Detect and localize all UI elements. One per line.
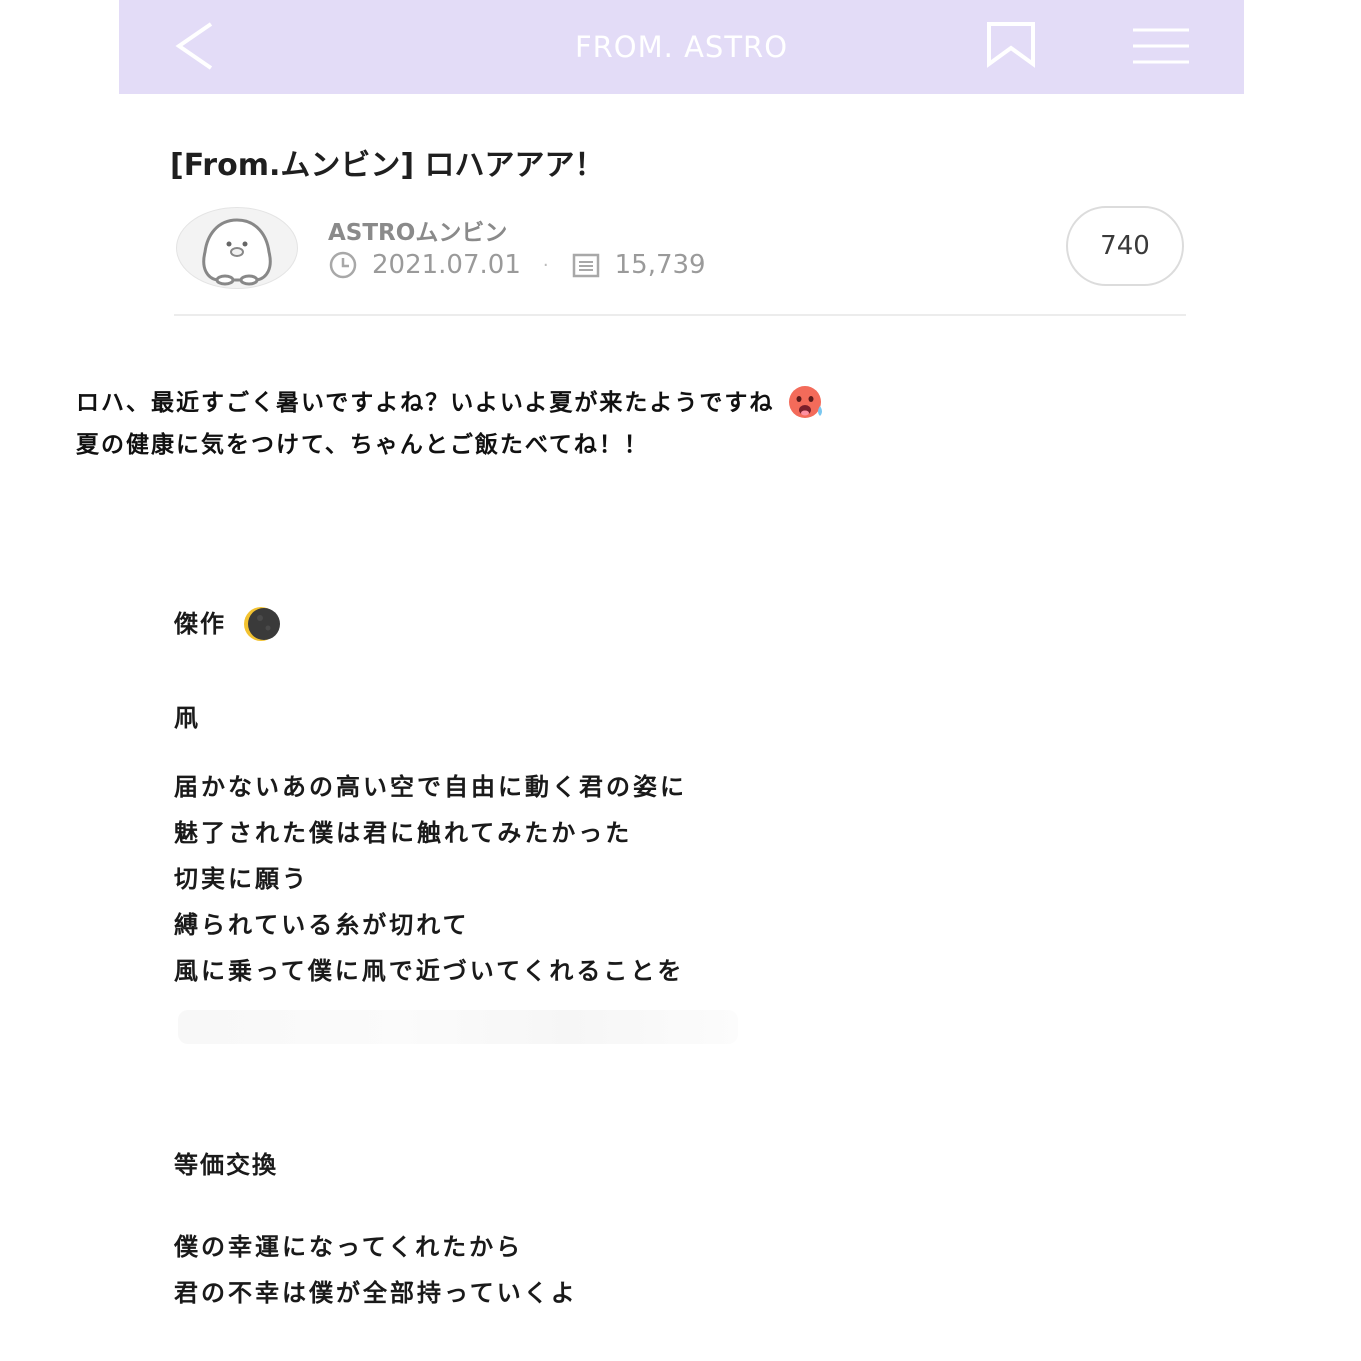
- author-name[interactable]: ASTROムンビン: [328, 213, 507, 247]
- crescent-moon-emoji-icon: [234, 604, 288, 644]
- views-icon: [571, 250, 601, 280]
- poem-2: 僕の幸運になってくれたから 君の不幸は僕が全部持っていくよ: [174, 1224, 578, 1316]
- poem-1-line: 切実に願う: [174, 865, 309, 893]
- poem-2-line: 君の不幸は僕が全部持っていくよ: [174, 1279, 578, 1307]
- avatar[interactable]: [176, 207, 298, 289]
- intro-line-1: ロハ、最近すごく暑いですよね？いよいよ夏が来たようですね: [76, 390, 775, 416]
- section-heading-1: 傑作: [174, 604, 288, 644]
- like-count-button[interactable]: 740: [1066, 206, 1184, 286]
- poem-1-line: 風に乗って僕に凧で近づいてくれることを: [174, 957, 685, 985]
- section-heading-2: 等価交換: [174, 1151, 278, 1179]
- hot-face-emoji-icon: [780, 384, 830, 420]
- section-heading-1-text: 傑作: [174, 610, 226, 638]
- post-date: 2021.07.01: [372, 250, 521, 280]
- meta-separator: ·: [542, 254, 549, 276]
- post-title: [From.ムンビン] ロハアアア！: [170, 148, 605, 183]
- clock-icon: [328, 250, 358, 280]
- poem-1: 届かないあの高い空で自由に動く君の姿に 魅了された僕は君に触れてみたかった 切実…: [174, 764, 687, 994]
- divider: [174, 314, 1186, 316]
- poem-2-line: 僕の幸運になってくれたから: [174, 1233, 524, 1261]
- intro-line-2: 夏の健康に気をつけて、ちゃんとご飯たべてね！！: [76, 432, 649, 458]
- poem-1-line: 縛られている糸が切れて: [174, 911, 470, 939]
- post-meta: 2021.07.01 · 15,739: [328, 250, 706, 280]
- hamburger-menu-icon[interactable]: [1131, 26, 1191, 66]
- poem-1-line: 魅了された僕は君に触れてみたかった: [174, 819, 633, 847]
- bookmark-icon[interactable]: [985, 22, 1039, 68]
- blurred-text: [178, 1010, 738, 1044]
- app-title: FROM. ASTRO: [574, 30, 789, 64]
- top-app-bar: FROM. ASTRO: [119, 0, 1244, 94]
- view-count: 15,739: [614, 250, 706, 280]
- intro-text: ロハ、最近すごく暑いですよね？いよいよ夏が来たようですね 夏の健康に気をつけて、…: [76, 382, 830, 466]
- section-subheading: 凧: [174, 704, 200, 732]
- poem-1-line: 届かないあの高い空で自由に動く君の姿に: [174, 773, 687, 801]
